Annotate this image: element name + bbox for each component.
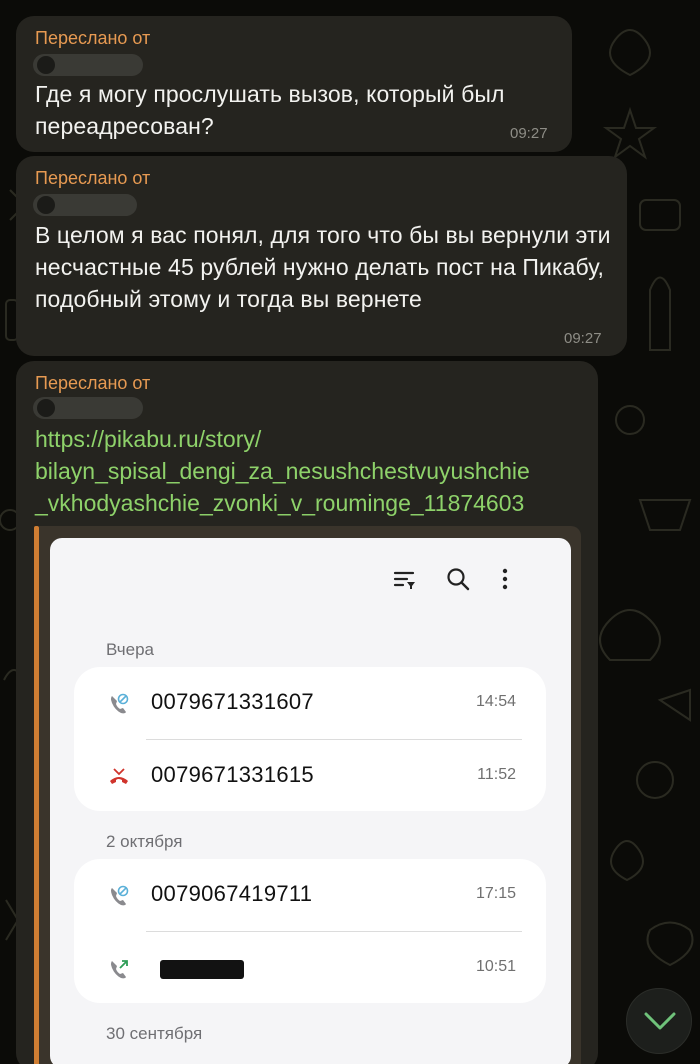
call-group-card: 0079671331607 14:54 0079671331615 11:52	[74, 667, 546, 811]
missed-call-icon	[110, 768, 128, 784]
phone-number: 0079671331615	[151, 762, 314, 787]
filter-icon	[393, 571, 415, 589]
call-time: 17:15	[475, 885, 516, 902]
section-label: 2 октября	[106, 832, 183, 851]
search-icon	[447, 568, 470, 591]
section-label: 30 сентября	[106, 1024, 203, 1043]
message-bubble-1[interactable]: Переслано от Где я могу прослушать вызов…	[16, 16, 572, 152]
forwarded-sender-redacted[interactable]	[33, 54, 143, 76]
message-time: 09:27	[510, 125, 548, 142]
message-bubble-2[interactable]: Переслано от В целом я вас понял, для то…	[16, 156, 627, 356]
call-time: 11:52	[477, 766, 516, 783]
scroll-to-bottom-button[interactable]	[626, 988, 692, 1054]
forwarded-sender-redacted[interactable]	[33, 397, 143, 419]
link-line-2[interactable]: bilayn_spisal_dengi_za_nesushchestvuyush…	[35, 455, 595, 487]
blocked-call-icon	[111, 885, 129, 906]
call-time: 10:51	[475, 958, 516, 975]
message-text: В целом я вас понял, для того что бы вы …	[35, 222, 611, 312]
preview-image-call-log[interactable]: Вчера 0079671331607 14:54 0079671331615 …	[50, 538, 571, 1064]
phone-number: 0079671331607	[151, 689, 314, 714]
call-row: 10:51	[74, 932, 546, 1004]
blocked-call-icon	[111, 693, 129, 714]
call-row: 0079067419711 17:15	[74, 859, 546, 931]
redacted-contact-name	[160, 960, 244, 979]
section-label: Вчера	[106, 640, 154, 659]
phone-number: 0079067419711	[151, 881, 313, 906]
forwarded-label[interactable]: Переслано от	[35, 373, 150, 394]
link-line-3[interactable]: _vkhodyashchie_zvonki_v_rouminge_1187460…	[35, 487, 595, 519]
outgoing-call-icon	[111, 960, 128, 979]
chevron-down-icon	[644, 1012, 676, 1030]
call-group-card: 0079067419711 17:15 10:51	[74, 859, 546, 1003]
forwarded-label[interactable]: Переслано от	[35, 28, 150, 49]
message-text: Где я могу прослушать вызов, который был…	[35, 81, 505, 139]
forwarded-label[interactable]: Переслано от	[35, 168, 150, 189]
call-row: 0079671331615 11:52	[74, 740, 546, 812]
story-link[interactable]: https://pikabu.ru/story/ bilayn_spisal_d…	[35, 423, 595, 519]
forwarded-sender-redacted[interactable]	[33, 194, 137, 216]
more-options-icon	[502, 568, 508, 590]
call-time: 14:54	[475, 693, 516, 710]
message-time: 09:27	[564, 330, 602, 347]
link-line-1[interactable]: https://pikabu.ru/story/	[35, 423, 595, 455]
call-row: 0079671331607 14:54	[74, 667, 546, 739]
